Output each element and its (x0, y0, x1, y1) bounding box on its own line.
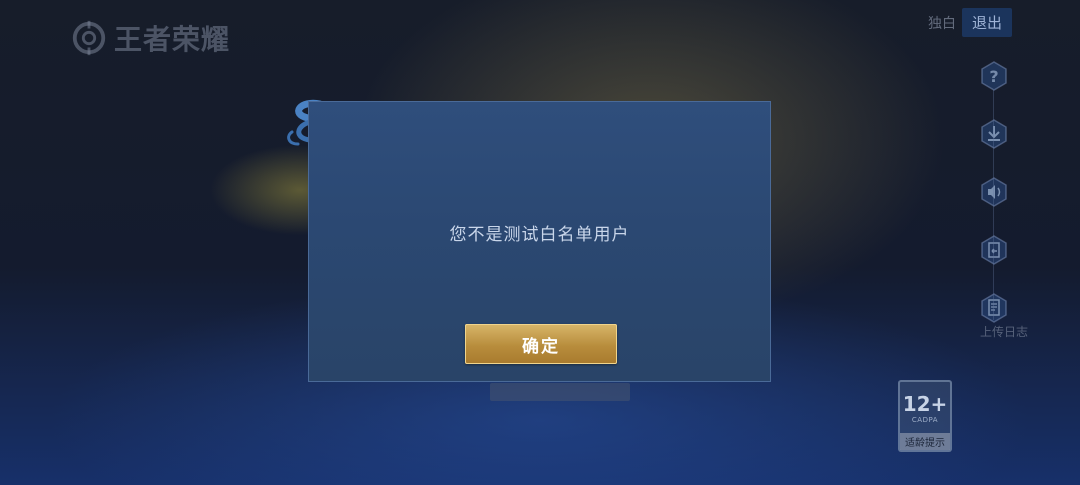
log-icon[interactable] (978, 292, 1010, 324)
top-right-controls: 独白 退出 (928, 8, 1012, 37)
age-rating-badge: 12+ CADPA 适龄提示 (898, 380, 952, 452)
upload-log-label[interactable]: 上传日志 (980, 323, 1028, 340)
volume-icon[interactable] (978, 176, 1010, 208)
alert-dialog: 您不是测试白名单用户 确定 (308, 101, 771, 382)
background-start-button (490, 383, 630, 401)
logo-text: 王者荣耀 (114, 23, 231, 56)
dialog-message: 您不是测试白名单用户 (449, 225, 630, 245)
side-menu: ? (978, 60, 1010, 350)
age-rating-org: CADPA (911, 416, 939, 424)
logo-mark-icon (72, 20, 106, 56)
switch-account-icon[interactable] (978, 234, 1010, 266)
help-icon[interactable]: ? (978, 60, 1010, 92)
age-rating-label: 适龄提示 (900, 433, 950, 450)
svg-text:?: ? (989, 67, 998, 86)
game-logo: 王者荣耀 (70, 18, 230, 58)
solo-label[interactable]: 独白 (928, 13, 956, 33)
confirm-button[interactable]: 确定 (465, 324, 617, 364)
side-menu-divider (993, 90, 994, 320)
exit-button[interactable]: 退出 (961, 8, 1012, 37)
download-icon[interactable] (978, 118, 1010, 150)
footer-legal-text (60, 455, 1020, 467)
age-rating-number: 12+ (902, 392, 948, 416)
